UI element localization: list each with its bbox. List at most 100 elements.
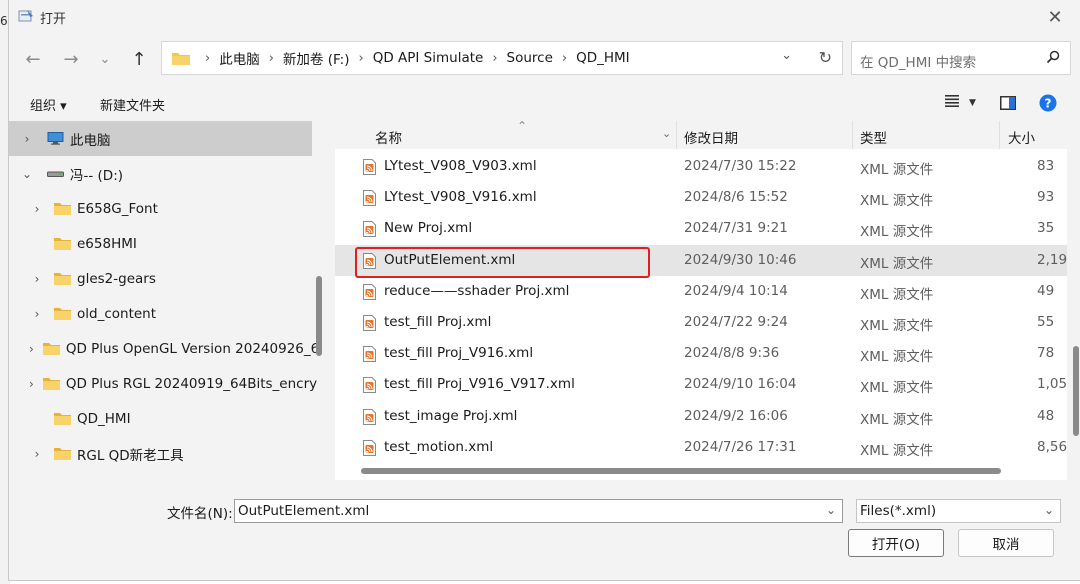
file-type: XML 源文件 [860, 287, 934, 303]
column-header-size[interactable]: 大小 [1008, 127, 1035, 147]
filetype-chevron-icon[interactable]: ⌄ [1044, 503, 1054, 517]
column-divider[interactable] [999, 121, 1000, 149]
nav-pane-scrollbar[interactable] [315, 121, 323, 480]
breadcrumb-drive-f[interactable]: 新加卷 (F:) [283, 48, 350, 68]
file-row[interactable]: reduce——sshader Proj.xml 2024/9/4 10:14 … [335, 276, 1067, 307]
nav-pane-scrollbar-thumb[interactable] [316, 276, 322, 356]
breadcrumb-separator-icon: › [205, 50, 211, 66]
breadcrumb-separator-icon[interactable]: › [492, 51, 497, 66]
nav-item-label: RGL QD新老工具 [77, 447, 184, 464]
file-size: 49 [1037, 283, 1055, 299]
filename-value[interactable]: OutPutElement.xml [238, 503, 369, 519]
breadcrumb-separator-icon[interactable]: › [359, 51, 364, 66]
filetype-value[interactable]: Files(*.xml) [860, 503, 936, 519]
file-date: 2024/7/22 9:24 [684, 314, 788, 330]
nav-item-drive-d[interactable]: ⌄ 冯-- (D:) [9, 156, 312, 191]
column-header-name[interactable]: 名称 [375, 127, 402, 147]
expand-chevron-icon[interactable]: › [29, 342, 34, 356]
folder-icon [54, 412, 71, 425]
open-button-label: 打开(O) [871, 537, 921, 553]
column-header-date[interactable]: 修改日期 [684, 127, 738, 147]
collapse-chevron-icon[interactable]: ⌄ [19, 167, 35, 181]
expand-chevron-icon[interactable]: › [29, 272, 45, 286]
file-row[interactable]: test_motion.xml 2024/7/26 17:31 XML 源文件 … [335, 432, 1067, 463]
organize-menu-button[interactable]: 组织 ▾ [30, 95, 67, 114]
cancel-button[interactable]: 取消 [958, 529, 1054, 557]
file-list-scrollbar[interactable] [1071, 121, 1080, 480]
preview-pane-icon[interactable] [1000, 92, 1016, 114]
open-button[interactable]: 打开(O) [848, 529, 944, 557]
file-type: XML 源文件 [860, 318, 934, 334]
file-size: 55 [1037, 314, 1055, 330]
close-icon[interactable]: ✕ [1041, 4, 1069, 30]
recent-locations-chevron-icon[interactable]: ⌄ [91, 45, 119, 73]
file-date: 2024/9/4 10:14 [684, 283, 788, 299]
xml-file-icon [363, 315, 376, 335]
expand-chevron-icon[interactable]: › [29, 377, 34, 391]
expand-chevron-icon[interactable]: › [29, 202, 45, 216]
breadcrumb-separator-icon[interactable]: › [562, 51, 567, 66]
breadcrumb-qd-hmi[interactable]: QD_HMI [576, 50, 630, 66]
nav-item-label: 冯-- (D:) [70, 167, 124, 184]
folder-icon [54, 447, 71, 460]
up-arrow-icon[interactable]: ↑ [125, 45, 153, 73]
nav-item-folder[interactable]: QD_HMI [9, 401, 312, 436]
help-icon[interactable]: ? [1039, 92, 1057, 114]
file-row[interactable]: New Proj.xml 2024/7/31 9:21 XML 源文件 35 [335, 213, 1067, 244]
filename-history-chevron-icon[interactable]: ⌄ [826, 503, 836, 517]
breadcrumb-qd-api-simulate[interactable]: QD API Simulate [373, 50, 484, 66]
expand-chevron-icon[interactable]: › [19, 132, 35, 146]
navigation-pane[interactable]: › 此电脑 ⌄ 冯-- (D:) › E658G_Font e658HMI › [9, 121, 331, 480]
filetype-select[interactable]: Files(*.xml) ⌄ [856, 499, 1061, 523]
column-header-type[interactable]: 类型 [860, 127, 887, 147]
column-divider[interactable] [676, 121, 677, 149]
file-row[interactable]: test_image Proj.xml 2024/9/2 16:06 XML 源… [335, 401, 1067, 432]
file-row[interactable]: test_fill Proj_V916.xml 2024/8/8 9:36 XM… [335, 338, 1067, 369]
column-divider[interactable] [852, 121, 853, 149]
address-history-chevron-icon[interactable]: ⌄ [781, 48, 792, 63]
nav-item-folder[interactable]: › QD Plus OpenGL Version 20240926_6 [9, 331, 319, 366]
expand-chevron-icon[interactable]: › [29, 307, 45, 321]
nav-item-folder[interactable]: › gles2-gears [9, 261, 312, 296]
breadcrumb-this-pc[interactable]: 此电脑 [219, 48, 260, 68]
nav-item-folder[interactable]: › E658G_Font [9, 191, 312, 226]
view-list-icon[interactable] [945, 95, 959, 111]
breadcrumb-separator-icon[interactable]: › [269, 51, 274, 66]
search-box[interactable]: 在 QD_HMI 中搜索 [851, 41, 1071, 75]
title-bar[interactable]: 打开 ✕ [9, 0, 1080, 34]
file-type: XML 源文件 [860, 349, 934, 365]
file-row[interactable]: LYtest_V908_V903.xml 2024/7/30 15:22 XML… [335, 151, 1067, 182]
nav-item-folder[interactable]: › RGL QD新老工具 [9, 436, 312, 471]
file-list-scrollbar-thumb[interactable] [1073, 346, 1079, 436]
file-row[interactable]: test_fill Proj_V916_V917.xml 2024/9/10 1… [335, 369, 1067, 400]
svg-text:?: ? [1045, 97, 1052, 111]
column-filter-chevron-icon[interactable]: ⌄ [662, 127, 671, 140]
nav-item-folder[interactable]: › QD Plus RGL 20240919_64Bits_encry [9, 366, 317, 401]
file-row[interactable]: test_fill Proj.xml 2024/7/22 9:24 XML 源文… [335, 307, 1067, 338]
address-bar[interactable]: › 此电脑 › 新加卷 (F:) › QD API Simulate › Sou… [161, 41, 843, 75]
back-arrow-icon[interactable]: ← [19, 45, 47, 73]
search-placeholder[interactable]: 在 QD_HMI 中搜索 [860, 51, 976, 71]
file-list[interactable]: ⌃ 名称 ⌄ 修改日期 类型 大小 LYtest_V908_V903.xml 2… [335, 121, 1067, 480]
nav-item-this-pc[interactable]: › 此电脑 [9, 121, 312, 156]
xml-file-icon [363, 346, 376, 366]
expand-chevron-icon[interactable]: › [29, 447, 45, 461]
nav-item-label: e658HMI [77, 235, 137, 252]
filename-input[interactable]: OutPutElement.xml ⌄ [234, 499, 843, 523]
nav-item-folder[interactable]: › old_content [9, 296, 312, 331]
breadcrumb-source[interactable]: Source [507, 50, 553, 66]
file-date: 2024/9/30 10:46 [684, 252, 797, 268]
file-type: XML 源文件 [860, 443, 934, 459]
file-name: test_fill Proj_V916_V917.xml [384, 376, 575, 392]
view-options-button[interactable]: ▼ [945, 92, 976, 114]
new-folder-button[interactable]: 新建文件夹 [100, 95, 165, 114]
view-dropdown-caret-icon[interactable]: ▼ [969, 98, 976, 108]
forward-arrow-icon[interactable]: → [57, 45, 85, 73]
horizontal-scrollbar-thumb[interactable] [361, 468, 1001, 474]
file-row[interactable]: LYtest_V908_V916.xml 2024/8/6 15:52 XML … [335, 182, 1067, 213]
xml-file-icon [363, 284, 376, 304]
nav-item-folder[interactable]: e658HMI [9, 226, 312, 261]
search-icon[interactable] [1046, 50, 1060, 68]
refresh-icon[interactable]: ↻ [819, 48, 832, 67]
file-date: 2024/7/31 9:21 [684, 220, 788, 236]
